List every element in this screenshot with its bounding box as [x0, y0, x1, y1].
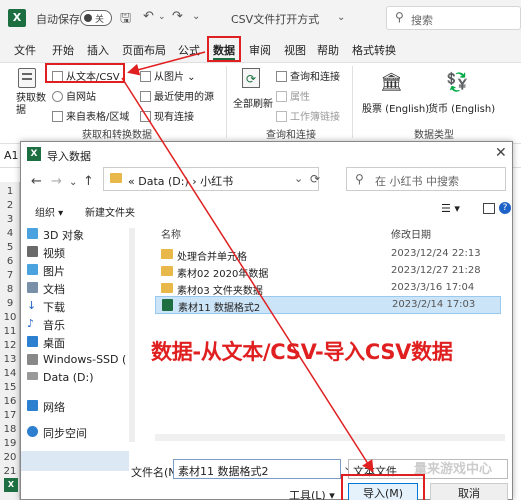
arrow-to-import [121, 77, 374, 473]
watermark: 量来游戏中心 [414, 462, 493, 477]
arrow-to-from-csv [127, 51, 206, 76]
excel-logo-icon: X [4, 478, 18, 492]
annotation-arrows [121, 51, 374, 473]
